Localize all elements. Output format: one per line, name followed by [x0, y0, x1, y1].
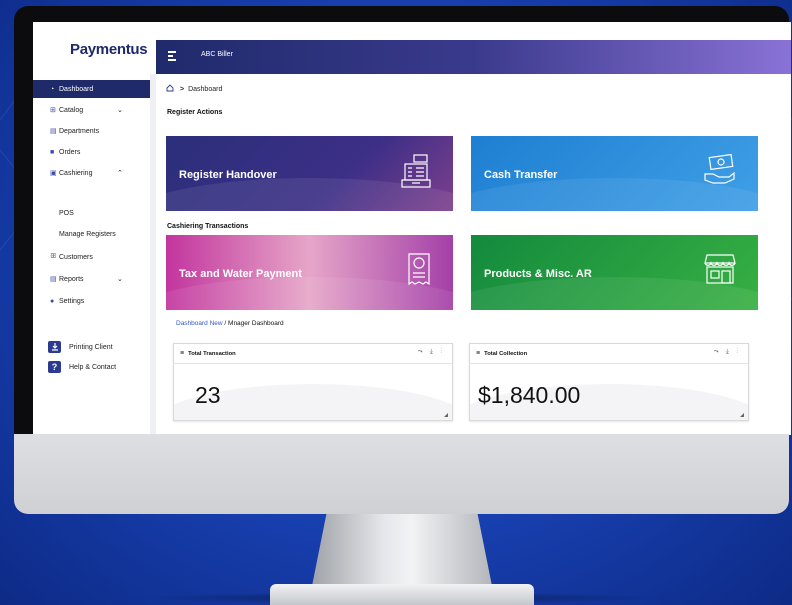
- printing-client-button[interactable]: Printing Client: [48, 341, 113, 353]
- sidebar-item-reports[interactable]: ▤ Reports ⌄: [33, 270, 150, 288]
- sidebar-item-departments[interactable]: ▤ Departments: [33, 122, 150, 140]
- building-icon: ▤: [50, 128, 57, 135]
- widget-tools[interactable]: ⤳ ⤓ ⋮: [714, 349, 741, 356]
- sidebar-item-cashiering[interactable]: ▣ Cashiering ⌃: [33, 164, 150, 182]
- reports-icon: ▤: [50, 276, 57, 283]
- printing-client-label: Printing Client: [69, 343, 113, 351]
- widget-title: Total Transaction: [188, 350, 236, 357]
- receipt-icon: [407, 253, 431, 292]
- breadcrumb-current: Dashboard: [188, 85, 223, 93]
- top-bar: ABC Biller: [156, 40, 791, 74]
- sidebar-item-customers[interactable]: ꕥ Customers: [33, 248, 150, 266]
- monitor-frame: Paymentus ABC Biller ◔ Dashboard ⊞ Catal…: [14, 6, 791, 435]
- sidebar-item-label: Settings: [59, 297, 85, 305]
- register-handover-card[interactable]: Register Handover: [166, 136, 453, 211]
- widget-tools[interactable]: ⤳ ⤓ ⋮: [418, 349, 445, 356]
- sidebar-item-orders[interactable]: ■ Orders: [33, 143, 150, 161]
- customers-icon: ꕥ: [50, 253, 57, 260]
- sidebar-item-dashboard[interactable]: ◔ Dashboard: [33, 80, 150, 98]
- total-transaction-widget: ≡ Total Transaction ⤳ ⤓ ⋮ 23: [173, 343, 453, 421]
- card-title: Cash Transfer: [484, 169, 558, 181]
- cash-transfer-card[interactable]: Cash Transfer: [471, 136, 758, 211]
- help-contact-button[interactable]: ? Help & Contact: [48, 361, 116, 373]
- menu-icon[interactable]: ≡: [180, 350, 184, 357]
- dashboard-crumb-current: Mnager Dashboard: [228, 320, 284, 327]
- sidebar-item-label: Dashboard: [59, 85, 94, 93]
- widget-value: 23: [195, 382, 221, 408]
- card-title: Products & Misc. AR: [484, 268, 592, 280]
- menu-icon[interactable]: ≡: [476, 350, 480, 357]
- monitor-base: [270, 584, 534, 605]
- sidebar-item-label: Cashiering: [59, 169, 93, 177]
- widget-value: $1,840.00: [478, 382, 581, 408]
- store-icon: [704, 253, 736, 290]
- breadcrumb-separator: >: [180, 85, 185, 93]
- money-hand-icon: [704, 153, 736, 189]
- cash-register-icon: [401, 154, 431, 193]
- sidebar-item-label: Departments: [59, 127, 100, 135]
- breadcrumb: > Dashboard: [166, 84, 222, 94]
- section-title-register-actions: Register Actions: [167, 109, 223, 116]
- help-contact-label: Help & Contact: [69, 363, 117, 371]
- section-title-cashiering-transactions: Cashiering Transactions: [167, 223, 249, 230]
- app-logo[interactable]: Paymentus: [70, 41, 148, 58]
- biller-name: ABC Biller: [201, 51, 233, 58]
- orders-icon: ■: [50, 148, 55, 156]
- monitor-stand: [312, 514, 492, 586]
- sidebar-item-label: Orders: [59, 148, 81, 156]
- dashboard-breadcrumb: Dashboard New / Mnager Dashboard: [176, 320, 284, 327]
- monitor-chin: [14, 434, 789, 514]
- sidebar-item-label: Catalog: [59, 106, 84, 114]
- resize-handle-icon[interactable]: [444, 413, 448, 417]
- card-title: Tax and Water Payment: [179, 268, 302, 280]
- sidebar: ◔ Dashboard ⊞ Catalog ⌄ ▤ Departments ■ …: [33, 74, 150, 435]
- download-icon: [48, 341, 61, 353]
- main-content: > Dashboard Register Actions Register Ha…: [156, 74, 791, 435]
- widget-title: Total Collection: [484, 350, 528, 357]
- menu-toggle-icon[interactable]: [168, 51, 176, 61]
- chevron-down-icon[interactable]: ⌄: [117, 106, 123, 114]
- home-icon[interactable]: [166, 84, 174, 94]
- gear-icon: ●: [50, 297, 55, 305]
- chevron-up-icon[interactable]: ⌃: [117, 169, 123, 177]
- tax-water-payment-card[interactable]: Tax and Water Payment: [166, 235, 453, 310]
- cashier-icon: ▣: [50, 170, 57, 177]
- card-title: Register Handover: [179, 169, 277, 181]
- sidebar-subitem-manage-registers[interactable]: Manage Registers: [59, 231, 116, 238]
- app-screen: Paymentus ABC Biller ◔ Dashboard ⊞ Catal…: [33, 22, 791, 435]
- dashboard-new-link[interactable]: Dashboard New: [176, 320, 223, 327]
- grid-icon: ⊞: [50, 107, 56, 114]
- sidebar-item-settings[interactable]: ● Settings: [33, 292, 150, 310]
- sidebar-item-label: Reports: [59, 275, 84, 283]
- sidebar-item-catalog[interactable]: ⊞ Catalog ⌄: [33, 101, 150, 119]
- resize-handle-icon[interactable]: [740, 413, 744, 417]
- chevron-down-icon[interactable]: ⌄: [117, 275, 123, 283]
- sidebar-item-label: Customers: [59, 253, 93, 261]
- products-misc-ar-card[interactable]: Products & Misc. AR: [471, 235, 758, 310]
- sidebar-subitem-pos[interactable]: POS: [59, 210, 74, 217]
- help-icon: ?: [48, 361, 61, 373]
- dashboard-icon: ◔: [50, 85, 55, 93]
- total-collection-widget: ≡ Total Collection ⤳ ⤓ ⋮ $1,840.00: [469, 343, 749, 421]
